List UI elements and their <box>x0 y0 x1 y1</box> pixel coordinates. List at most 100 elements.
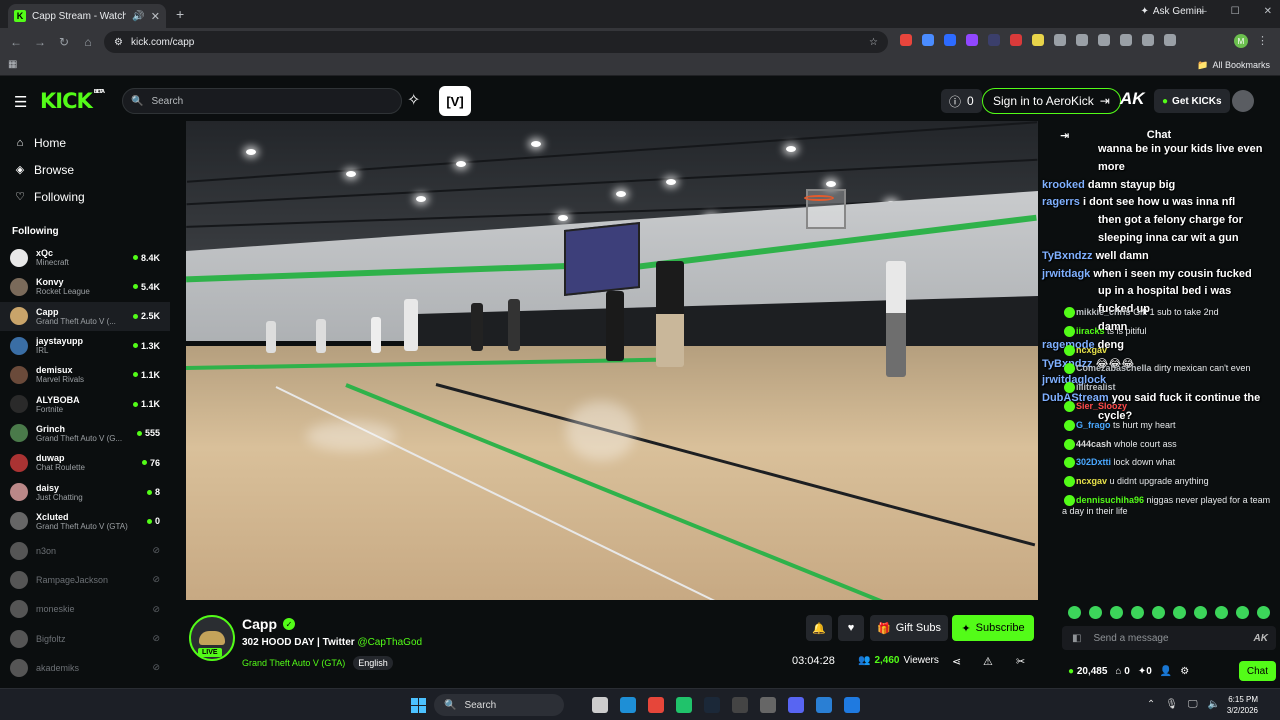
browser-profile-avatar[interactable]: M <box>1234 34 1248 48</box>
chat-settings-icon[interactable]: ◧ <box>1072 633 1081 644</box>
followed-channel-konvy[interactable]: Konvy Rocket League 5.4K <box>0 272 170 301</box>
reload-icon[interactable]: ↻ <box>52 35 76 49</box>
steam-icon[interactable] <box>704 697 720 713</box>
followed-channel-duwap[interactable]: duwap Chat Roulette 76 <box>0 448 170 477</box>
streamer-name[interactable]: Capp ✓ <box>242 616 295 632</box>
chrome-icon[interactable] <box>648 697 664 713</box>
report-icon[interactable]: ⚠ <box>983 655 993 668</box>
followed-channel-n3on[interactable]: n3on ⊘ <box>0 536 170 565</box>
get-kicks-button[interactable]: ● Get KICKs <box>1154 89 1230 113</box>
app-icon[interactable] <box>844 697 860 713</box>
window-close-icon[interactable]: ✕ <box>1264 6 1272 17</box>
bookmarks-icon[interactable] <box>1120 34 1132 46</box>
reading-list-icon[interactable] <box>1076 34 1088 46</box>
extension-icon[interactable] <box>988 34 1000 46</box>
puzzle-icon[interactable] <box>1054 34 1066 46</box>
followed-channel-demisux[interactable]: demisux Marvel Rivals 1.1K <box>0 360 170 389</box>
extension-icon[interactable] <box>966 34 978 46</box>
extension-icon[interactable] <box>944 34 956 46</box>
user-avatar[interactable] <box>1232 90 1254 112</box>
emote-icon[interactable] <box>1194 606 1207 619</box>
chat-username[interactable]: ncxgav <box>1076 345 1107 355</box>
emote-icon[interactable] <box>1131 606 1144 619</box>
nav-following[interactable]: ♡ Following <box>0 183 170 210</box>
sparkle-icon[interactable]: ✧ <box>407 90 420 110</box>
chat-overlay-user[interactable]: TyBxndzz <box>1042 250 1093 262</box>
bookmark-star-icon[interactable]: ☆ <box>869 37 878 48</box>
nav-home[interactable]: ⌂ Home <box>0 129 170 156</box>
chat-power[interactable]: ✦0 <box>1138 666 1152 677</box>
download-icon[interactable] <box>1142 34 1154 46</box>
extension-icon[interactable] <box>900 34 912 46</box>
emote-icon[interactable] <box>1068 606 1081 619</box>
followed-channel-bigfoltz[interactable]: Bigfoltz ⊘ <box>0 624 170 653</box>
browser-tab[interactable]: K Capp Stream - Watch Live ... 🔊 ✕ <box>8 4 166 28</box>
followed-channel-capp[interactable]: Capp Grand Theft Auto V (... 2.5K <box>0 301 170 331</box>
channel-points[interactable]: ⌂ 0 <box>1115 666 1129 677</box>
sidepanel-icon[interactable] <box>1164 34 1176 46</box>
followed-channel-rampagejackson[interactable]: RampageJackson ⊘ <box>0 565 170 594</box>
app-icon[interactable] <box>760 697 776 713</box>
followed-channel-jaystayupp[interactable]: jaystayupp IRL 1.3K <box>0 331 170 360</box>
aerokick-chat-icon[interactable]: AK <box>1254 633 1268 644</box>
twitter-handle-link[interactable]: @CapThaGod <box>357 637 422 648</box>
menu-hamburger-icon[interactable]: ☰ <box>14 93 27 111</box>
tab-audio-icon[interactable]: 🔊 <box>132 11 144 22</box>
collapse-chat-icon[interactable]: ⇥ <box>1060 129 1069 142</box>
chat-username[interactable]: mikkie_chris <box>1076 307 1131 317</box>
notify-bell-button[interactable]: 🔔 <box>806 615 832 641</box>
send-chat-button[interactable]: Chat <box>1238 661 1276 681</box>
notifications-button[interactable]: ⓘ 0 <box>941 89 982 113</box>
maximize-icon[interactable]: ☐ <box>1231 6 1240 17</box>
chat-username[interactable]: Comezabaschella <box>1076 363 1152 373</box>
followed-channel-xqc[interactable]: xQc Minecraft 8.4K <box>0 243 170 272</box>
extension-icon[interactable] <box>1010 34 1022 46</box>
chevron-up-icon[interactable]: ⌃ <box>1147 699 1155 710</box>
chat-overlay-user[interactable]: krooked <box>1042 179 1085 191</box>
file-explorer-icon[interactable] <box>592 697 608 713</box>
chat-message-input[interactable]: ◧ Send a message AK <box>1062 626 1276 650</box>
clip-icon[interactable]: ✂ <box>1016 655 1025 668</box>
chat-username[interactable]: iiracks <box>1076 326 1105 336</box>
emote-icon[interactable] <box>1110 606 1123 619</box>
emote-icon[interactable] <box>1089 606 1102 619</box>
discord-icon[interactable] <box>788 697 804 713</box>
home-browser-icon[interactable]: ⌂ <box>76 35 100 49</box>
chat-overlay-user[interactable]: jrwitdagk <box>1042 268 1090 280</box>
share-icon[interactable]: ⋖ <box>952 655 961 668</box>
followed-channel-grinch[interactable]: Grinch Grand Theft Auto V (G... 555 <box>0 419 170 448</box>
video-player[interactable] <box>186 121 1038 600</box>
chat-username[interactable]: illitrealist <box>1076 382 1116 392</box>
user-icon[interactable]: 👤 <box>1160 666 1172 677</box>
followed-channel-akademiks[interactable]: akademiks ⊘ <box>0 653 170 682</box>
chat-gear-icon[interactable]: ⚙ <box>1180 666 1189 677</box>
taskbar-search[interactable]: 🔍 Search <box>434 694 564 716</box>
nav-browse[interactable]: ◈ Browse <box>0 156 170 183</box>
apps-grid-icon[interactable]: ▦ <box>8 59 17 70</box>
site-info-icon[interactable]: ⚙ <box>114 37 123 48</box>
kick-logo[interactable]: KICK BETA <box>40 89 105 113</box>
gift-subs-button[interactable]: 🎁 Gift Subs <box>870 615 948 641</box>
link-icon[interactable] <box>1098 34 1110 46</box>
chat-username[interactable]: dennisuchiha96 <box>1076 495 1144 505</box>
chat-username[interactable]: 444cash <box>1076 439 1112 449</box>
chat-username[interactable]: Sier_Sloozy <box>1076 401 1127 411</box>
windows-start-icon[interactable] <box>411 698 426 713</box>
subscribe-button[interactable]: ✦ Subscribe <box>952 615 1034 641</box>
category-link[interactable]: Grand Theft Auto V (GTA) <box>242 658 345 668</box>
emote-icon[interactable] <box>1236 606 1249 619</box>
followed-channel-moneskie[interactable]: moneskie ⊘ <box>0 595 170 624</box>
all-bookmarks-button[interactable]: 📁 All Bookmarks <box>1197 60 1270 71</box>
followed-channel-xcluted[interactable]: Xcluted Grand Theft Auto V (GTA) 0 <box>0 507 170 536</box>
system-clock[interactable]: 6:15 PM 3/2/2026 <box>1227 694 1258 716</box>
chat-username[interactable]: 302Dxtti <box>1076 457 1111 467</box>
vods-button[interactable]: [V] <box>439 86 471 116</box>
extension-icon[interactable] <box>1032 34 1044 46</box>
followed-channel-alyboba[interactable]: ALYBOBA Fortnite 1.1K <box>0 389 170 418</box>
edge-icon[interactable] <box>620 697 636 713</box>
language-tag[interactable]: English <box>353 656 393 670</box>
extension-icon[interactable] <box>922 34 934 46</box>
tab-close-icon[interactable]: ✕ <box>151 10 160 23</box>
emote-icon[interactable] <box>1152 606 1165 619</box>
ask-gemini-button[interactable]: ✦ Ask Gemini <box>1140 6 1204 17</box>
